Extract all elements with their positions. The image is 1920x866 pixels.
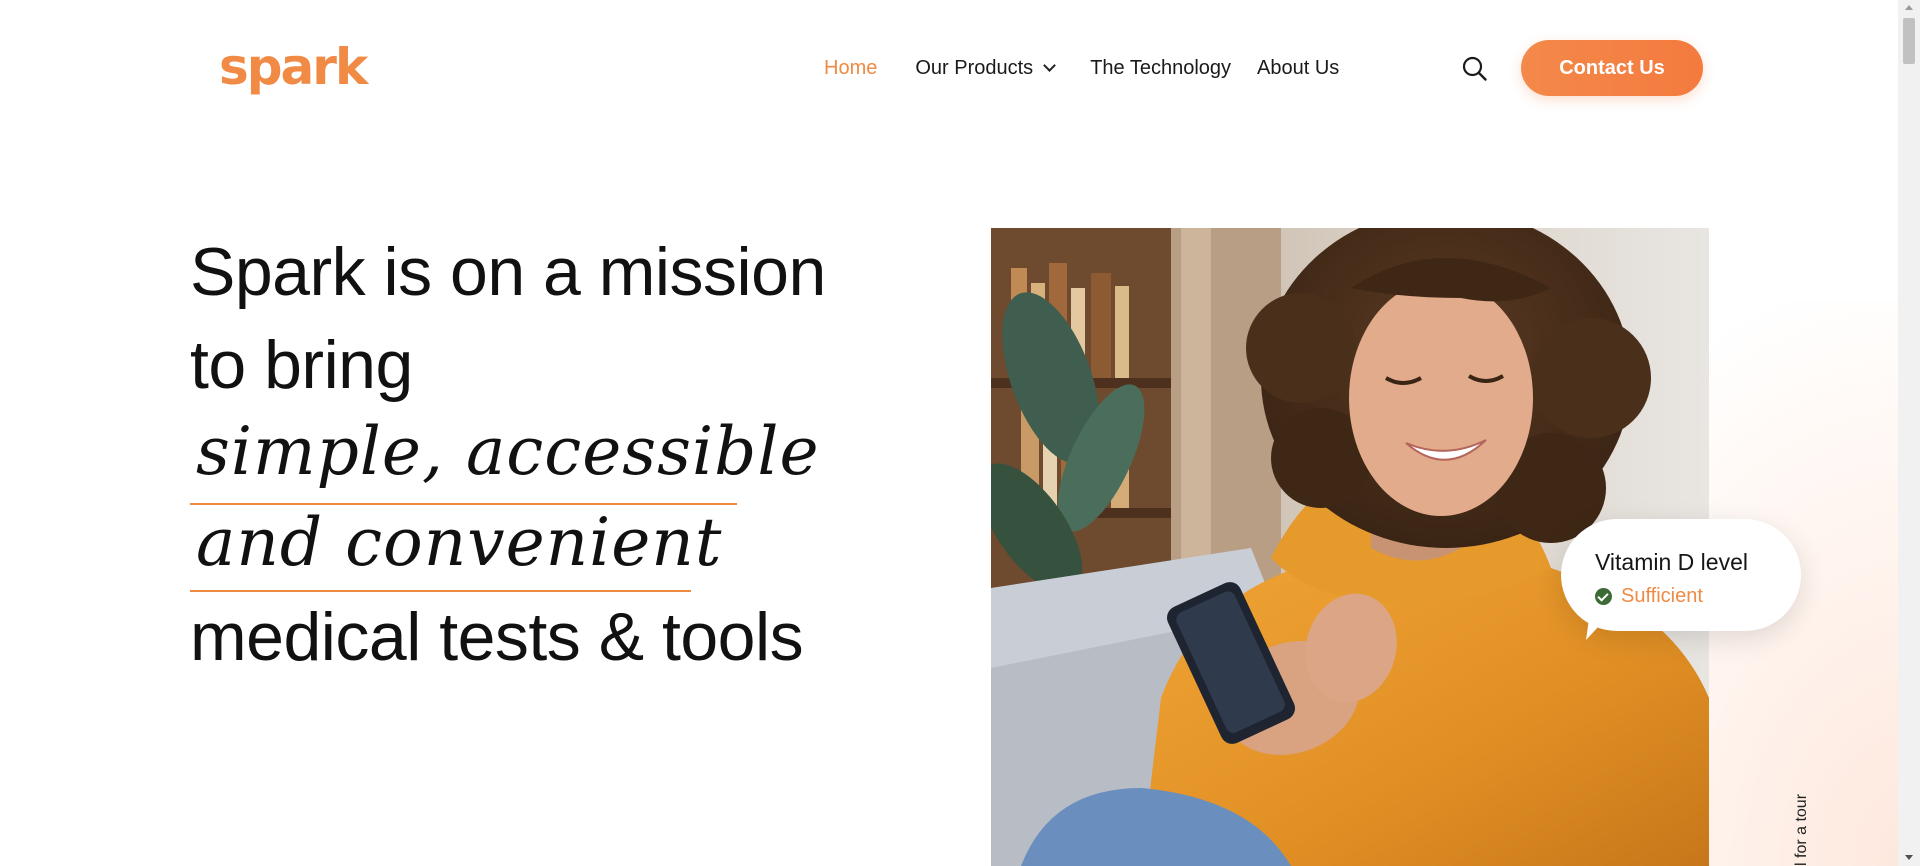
spark-logo[interactable]: spark (219, 36, 368, 98)
scroll-down-arrow-icon[interactable] (1905, 855, 1913, 860)
hero-heading-line-1: Spark is on a mission (190, 234, 826, 310)
nav-item-home[interactable]: Home (824, 57, 877, 80)
hero-heading-line-5: medical tests & tools (190, 599, 804, 675)
page-scrollbar[interactable] (1898, 0, 1920, 866)
search-button[interactable] (1460, 54, 1490, 84)
vitamin-d-status: Sufficient (1621, 585, 1703, 607)
nav-item-about-us[interactable]: About Us (1257, 57, 1339, 80)
nav-item-our-products-label: Our Products (915, 56, 1034, 79)
main-nav: Home Our Products The Technology About U… (824, 52, 1339, 84)
highlight-underline-2 (190, 590, 691, 592)
logo-wordmark: spark (219, 38, 368, 96)
vitamin-d-status-row: Sufficient (1595, 585, 1703, 608)
nav-item-the-technology[interactable]: The Technology (1090, 57, 1231, 80)
contact-us-button[interactable]: Contact Us (1521, 40, 1703, 96)
tour-cta-vertical-text[interactable]: l for a tour (1793, 794, 1811, 866)
search-icon (1462, 56, 1487, 81)
scroll-up-arrow-icon[interactable] (1905, 5, 1913, 10)
speech-bubble-tail (1586, 612, 1612, 640)
chevron-down-icon (1043, 59, 1057, 72)
vitamin-d-title: Vitamin D level (1595, 549, 1748, 575)
hero-highlight-line-1: simple, accessible (196, 413, 820, 490)
check-circle-icon (1595, 588, 1612, 605)
scrollbar-thumb[interactable] (1903, 18, 1915, 64)
hero-heading-line-2: to bring (190, 327, 413, 403)
hero-highlight-line-2: and convenient (196, 504, 723, 581)
nav-item-our-products[interactable]: Our Products (915, 56, 1057, 80)
landing-page: spark Home Our Products The Technology A… (0, 0, 1920, 866)
